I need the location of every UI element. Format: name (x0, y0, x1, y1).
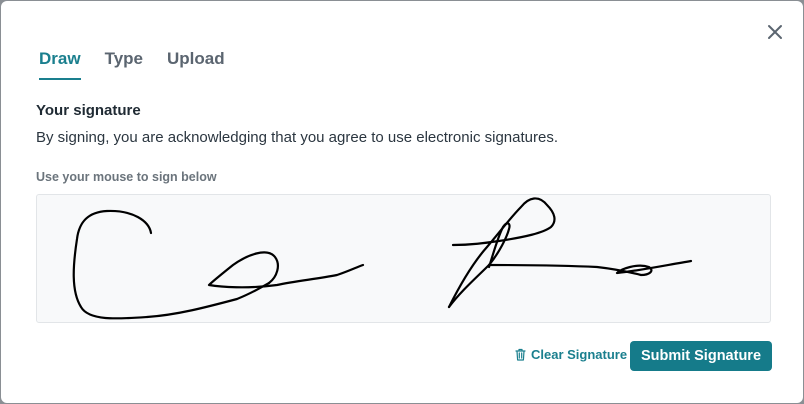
tab-bar: Draw Type Upload (39, 49, 249, 80)
tab-type[interactable]: Type (105, 49, 143, 80)
clear-signature-label: Clear Signature (531, 347, 628, 362)
signature-stroke (447, 197, 556, 309)
signature-modal: Draw Type Upload Your signature By signi… (1, 1, 803, 403)
close-icon (768, 25, 782, 39)
section-description: By signing, you are acknowledging that y… (36, 129, 558, 146)
signature-pad-hint: Use your mouse to sign below (36, 170, 217, 184)
section-title: Your signature (36, 102, 141, 119)
tab-draw[interactable]: Draw (39, 49, 81, 80)
close-button[interactable] (766, 23, 784, 41)
signature-pad[interactable] (36, 194, 771, 323)
signature-stroke (487, 259, 693, 277)
signature-stroke (207, 251, 365, 289)
submit-signature-button[interactable]: Submit Signature (630, 341, 772, 371)
signature-drawing (72, 197, 693, 320)
trash-icon (515, 348, 526, 361)
signature-stroke (72, 209, 271, 320)
tab-upload[interactable]: Upload (167, 49, 225, 80)
clear-signature-button[interactable]: Clear Signature (515, 347, 627, 362)
